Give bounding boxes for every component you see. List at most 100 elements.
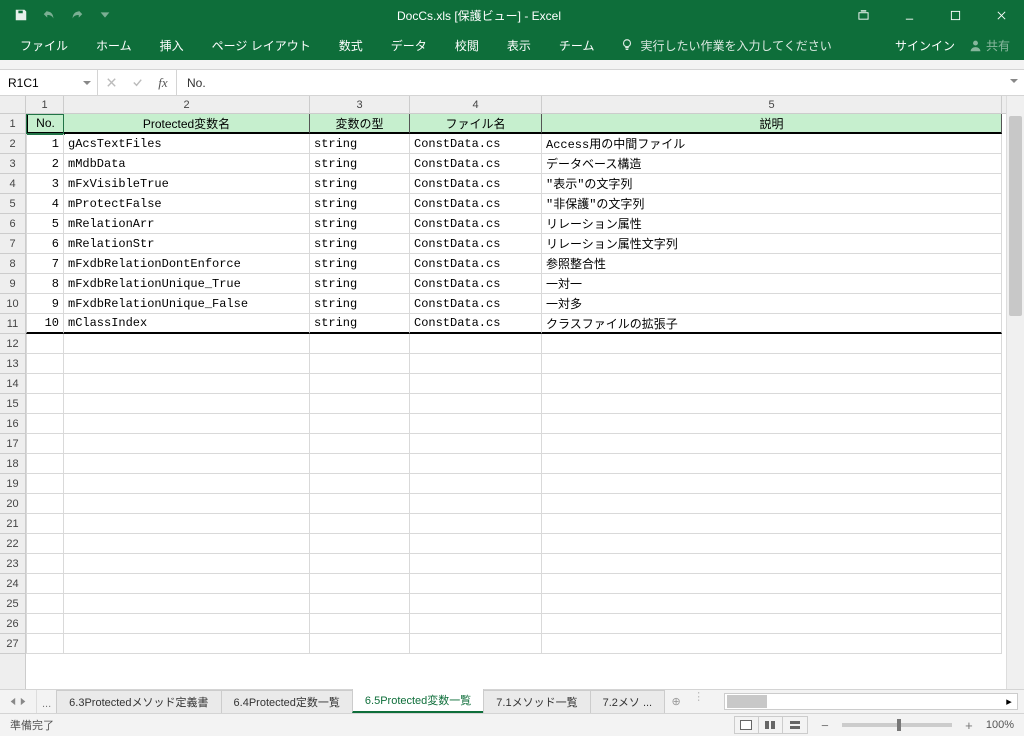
cell[interactable] (26, 474, 64, 494)
cell[interactable]: ConstData.cs (410, 274, 542, 294)
cell[interactable] (542, 594, 1002, 614)
cell[interactable]: ConstData.cs (410, 294, 542, 314)
row-header[interactable]: 20 (0, 494, 25, 514)
cell[interactable]: string (310, 134, 410, 154)
cell[interactable] (26, 374, 64, 394)
cell[interactable] (410, 354, 542, 374)
insert-function-button[interactable]: fx (150, 75, 176, 91)
ribbon-display-button[interactable] (840, 0, 886, 30)
cell[interactable]: ConstData.cs (410, 314, 542, 334)
column-header[interactable]: 1 (26, 96, 64, 113)
cell[interactable] (410, 474, 542, 494)
cell[interactable] (310, 574, 410, 594)
cell[interactable] (410, 374, 542, 394)
cell[interactable]: mClassIndex (64, 314, 310, 334)
formula-bar-expand[interactable] (1004, 70, 1024, 95)
cell[interactable] (64, 354, 310, 374)
cell[interactable]: string (310, 174, 410, 194)
cell[interactable]: mFxdbRelationDontEnforce (64, 254, 310, 274)
cell[interactable] (542, 534, 1002, 554)
cell[interactable] (542, 474, 1002, 494)
row-header[interactable]: 17 (0, 434, 25, 454)
cell[interactable] (26, 434, 64, 454)
select-all-corner[interactable] (0, 96, 26, 114)
cell[interactable] (64, 534, 310, 554)
cell[interactable] (410, 454, 542, 474)
row-header[interactable]: 23 (0, 554, 25, 574)
cell[interactable] (310, 614, 410, 634)
cell[interactable]: No. (26, 114, 64, 134)
row-header[interactable]: 2 (0, 134, 25, 154)
cell[interactable]: リレーション属性 (542, 214, 1002, 234)
tab-file[interactable]: ファイル (6, 30, 82, 60)
row-header[interactable]: 11 (0, 314, 25, 334)
sign-in-link[interactable]: サインイン (895, 37, 955, 54)
row-header[interactable]: 5 (0, 194, 25, 214)
cell[interactable] (64, 334, 310, 354)
cell[interactable] (542, 514, 1002, 534)
cell[interactable]: ConstData.cs (410, 214, 542, 234)
cell[interactable]: 説明 (542, 114, 1002, 134)
cell[interactable]: リレーション属性文字列 (542, 234, 1002, 254)
cell[interactable] (542, 554, 1002, 574)
cell[interactable]: 9 (26, 294, 64, 314)
cell[interactable]: 8 (26, 274, 64, 294)
cell[interactable]: mProtectFalse (64, 194, 310, 214)
row-header[interactable]: 25 (0, 594, 25, 614)
row-header[interactable]: 14 (0, 374, 25, 394)
nav-first-icon[interactable] (8, 697, 17, 706)
cell[interactable] (310, 634, 410, 654)
cell[interactable]: 一対多 (542, 294, 1002, 314)
row-header[interactable]: 16 (0, 414, 25, 434)
cell[interactable] (310, 474, 410, 494)
add-sheet-button[interactable]: ⊕ (665, 690, 687, 713)
cell[interactable] (64, 594, 310, 614)
zoom-slider[interactable] (842, 723, 952, 727)
cell[interactable]: 4 (26, 194, 64, 214)
cell[interactable]: 変数の型 (310, 114, 410, 134)
maximize-button[interactable] (932, 0, 978, 30)
cell[interactable] (410, 414, 542, 434)
sheet-tab[interactable]: 6.4Protected定数一覧 (221, 690, 353, 713)
cell[interactable] (410, 594, 542, 614)
cell[interactable] (64, 574, 310, 594)
cell[interactable] (64, 554, 310, 574)
cell[interactable] (310, 394, 410, 414)
cell-grid[interactable]: No.Protected変数名変数の型ファイル名説明1gAcsTextFiles… (26, 114, 1006, 689)
cell[interactable]: string (310, 214, 410, 234)
row-header[interactable]: 3 (0, 154, 25, 174)
cell[interactable] (410, 634, 542, 654)
cell[interactable] (64, 634, 310, 654)
zoom-slider-thumb[interactable] (897, 719, 901, 731)
cell[interactable] (410, 554, 542, 574)
cell[interactable]: ConstData.cs (410, 194, 542, 214)
cell[interactable] (410, 534, 542, 554)
cell[interactable] (410, 394, 542, 414)
zoom-level[interactable]: 100% (986, 719, 1014, 731)
row-header[interactable]: 1 (0, 114, 25, 134)
row-header[interactable]: 21 (0, 514, 25, 534)
tab-formulas[interactable]: 数式 (325, 30, 377, 60)
share-button[interactable]: 共有 (969, 37, 1010, 54)
cell[interactable] (542, 634, 1002, 654)
cell[interactable] (64, 514, 310, 534)
column-header[interactable]: 3 (310, 96, 410, 113)
cell[interactable]: Access用の中間ファイル (542, 134, 1002, 154)
row-header[interactable]: 22 (0, 534, 25, 554)
cell[interactable]: ConstData.cs (410, 174, 542, 194)
nav-next-icon[interactable] (19, 697, 28, 706)
cell[interactable] (410, 614, 542, 634)
cell[interactable]: string (310, 194, 410, 214)
row-header[interactable]: 24 (0, 574, 25, 594)
cell[interactable] (26, 454, 64, 474)
sheet-tab[interactable]: 7.1メソッド一覧 (483, 690, 590, 713)
cell[interactable]: mFxVisibleTrue (64, 174, 310, 194)
minimize-button[interactable] (886, 0, 932, 30)
row-header[interactable]: 10 (0, 294, 25, 314)
cell[interactable]: string (310, 154, 410, 174)
cell[interactable] (310, 334, 410, 354)
cell[interactable]: mMdbData (64, 154, 310, 174)
cell[interactable]: "表示"の文字列 (542, 174, 1002, 194)
cell[interactable] (64, 474, 310, 494)
cell[interactable]: string (310, 274, 410, 294)
